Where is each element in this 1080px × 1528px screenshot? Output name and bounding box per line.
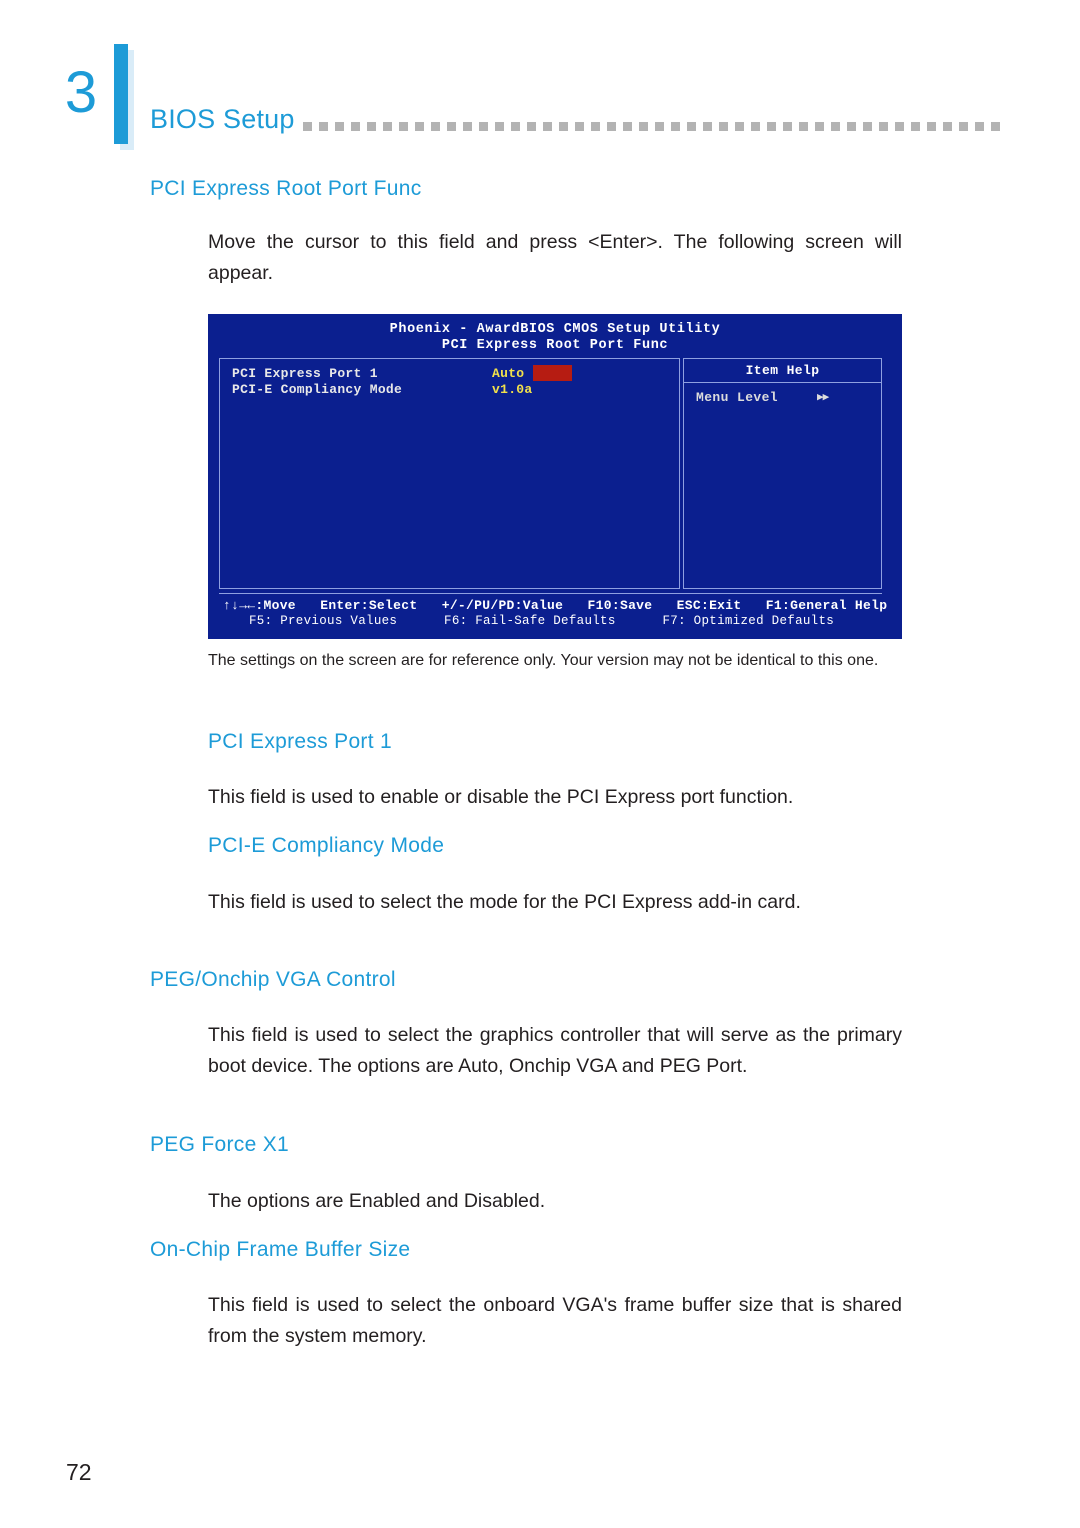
header-dot xyxy=(927,122,936,131)
header-dot xyxy=(303,122,312,131)
header-dot xyxy=(591,122,600,131)
bios-menu-title: PCI Express Root Port Func xyxy=(441,338,669,353)
header-dot xyxy=(863,122,872,131)
chapter-bar xyxy=(114,44,128,144)
header-dot xyxy=(655,122,664,131)
header-dot xyxy=(431,122,440,131)
section-title-peg-onchip-vga-control: PEG/Onchip VGA Control xyxy=(150,968,396,991)
header-dot xyxy=(335,122,344,131)
section-title-pcie-compliancy-mode: PCI-E Compliancy Mode xyxy=(208,834,445,857)
header-dot xyxy=(671,122,680,131)
header-dot xyxy=(975,122,984,131)
header-dot xyxy=(895,122,904,131)
bios-utility-title: Phoenix - AwardBIOS CMOS Setup Utility xyxy=(389,322,721,337)
header-dot xyxy=(911,122,920,131)
bios-menu-level-arrows-icon: ▶▶ xyxy=(817,392,829,404)
header-dot xyxy=(559,122,568,131)
section-body-peg-force-x1: The options are Enabled and Disabled. xyxy=(208,1190,546,1212)
header-dot xyxy=(319,122,328,131)
header-dot xyxy=(639,122,648,131)
header-dot xyxy=(383,122,392,131)
section-title-peg-force-x1: PEG Force X1 xyxy=(150,1133,289,1156)
bios-setting-value-pci-express-port-1[interactable]: Auto xyxy=(492,366,524,381)
header-dot xyxy=(511,122,520,131)
header-dot xyxy=(463,122,472,131)
header-dot xyxy=(479,122,488,131)
header-dot xyxy=(767,122,776,131)
header-dot xyxy=(495,122,504,131)
header-dot xyxy=(543,122,552,131)
bios-setting-label-pci-express-port-1: PCI Express Port 1 xyxy=(232,366,378,381)
header-dot xyxy=(607,122,616,131)
section-body-pcie-compliancy-mode: This field is used to select the mode fo… xyxy=(208,891,801,913)
header-dot xyxy=(799,122,808,131)
page-title: BIOS Setup xyxy=(150,104,295,134)
bios-settings-panel: PCI Express Port 1 Auto PCI-E Compliancy… xyxy=(219,358,680,589)
header-dot xyxy=(415,122,424,131)
bios-footer-divider xyxy=(219,593,882,594)
header-dot xyxy=(703,122,712,131)
header-dot xyxy=(575,122,584,131)
section-body-pci-express-root-port-func: Move the cursor to this field and press … xyxy=(208,231,902,284)
section-title-pci-express-root-port-func: PCI Express Root Port Func xyxy=(150,177,422,200)
header-dot xyxy=(959,122,968,131)
header-dot xyxy=(831,122,840,131)
section-body-peg-onchip-vga-control: This field is used to select the graphic… xyxy=(208,1024,902,1077)
header-dot xyxy=(719,122,728,131)
bios-item-help-divider xyxy=(684,382,881,383)
header-dot xyxy=(447,122,456,131)
header-dot xyxy=(687,122,696,131)
header-dot xyxy=(847,122,856,131)
header-dot xyxy=(815,122,824,131)
header-dot xyxy=(943,122,952,131)
header-dot xyxy=(751,122,760,131)
header-dot xyxy=(783,122,792,131)
section-title-pci-express-port-1: PCI Express Port 1 xyxy=(208,730,392,753)
bios-item-help-title: Item Help xyxy=(745,363,820,378)
header-dot xyxy=(399,122,408,131)
header-dot xyxy=(623,122,632,131)
bios-setting-value-pcie-compliancy-mode[interactable]: v1.0a xyxy=(492,382,533,397)
bios-item-help-panel: Item Help Menu Level ▶▶ xyxy=(683,358,882,589)
figure-caption: The settings on the screen are for refer… xyxy=(208,652,879,669)
section-body-onchip-frame-buffer-size: This field is used to select the onboard… xyxy=(208,1294,902,1347)
bios-footer-keys-line-2: F5: Previous Values F6: Fail-Safe Defaul… xyxy=(249,614,835,628)
page-number: 72 xyxy=(66,1459,92,1485)
header-dot xyxy=(991,122,1000,131)
header-dot xyxy=(879,122,888,131)
header-dot-decoration xyxy=(303,122,1000,132)
section-body-pci-express-port-1: This field is used to enable or disable … xyxy=(208,786,794,808)
bios-menu-level-label: Menu Level xyxy=(696,390,779,405)
bios-footer-keys-line-1: ↑↓→←:Move Enter:Select +/-/PU/PD:Value F… xyxy=(223,598,888,613)
bios-selection-cursor xyxy=(533,365,572,381)
header-dot xyxy=(527,122,536,131)
header-dot xyxy=(735,122,744,131)
chapter-number: 3 xyxy=(64,60,98,125)
section-title-onchip-frame-buffer-size: On-Chip Frame Buffer Size xyxy=(150,1238,411,1261)
bios-setting-label-pcie-compliancy-mode: PCI-E Compliancy Mode xyxy=(232,382,403,397)
header-dot xyxy=(367,122,376,131)
header-dot xyxy=(351,122,360,131)
bios-setup-screenshot: Phoenix - AwardBIOS CMOS Setup Utility P… xyxy=(208,314,902,639)
page-header: 3 BIOS Setup xyxy=(0,0,1080,165)
